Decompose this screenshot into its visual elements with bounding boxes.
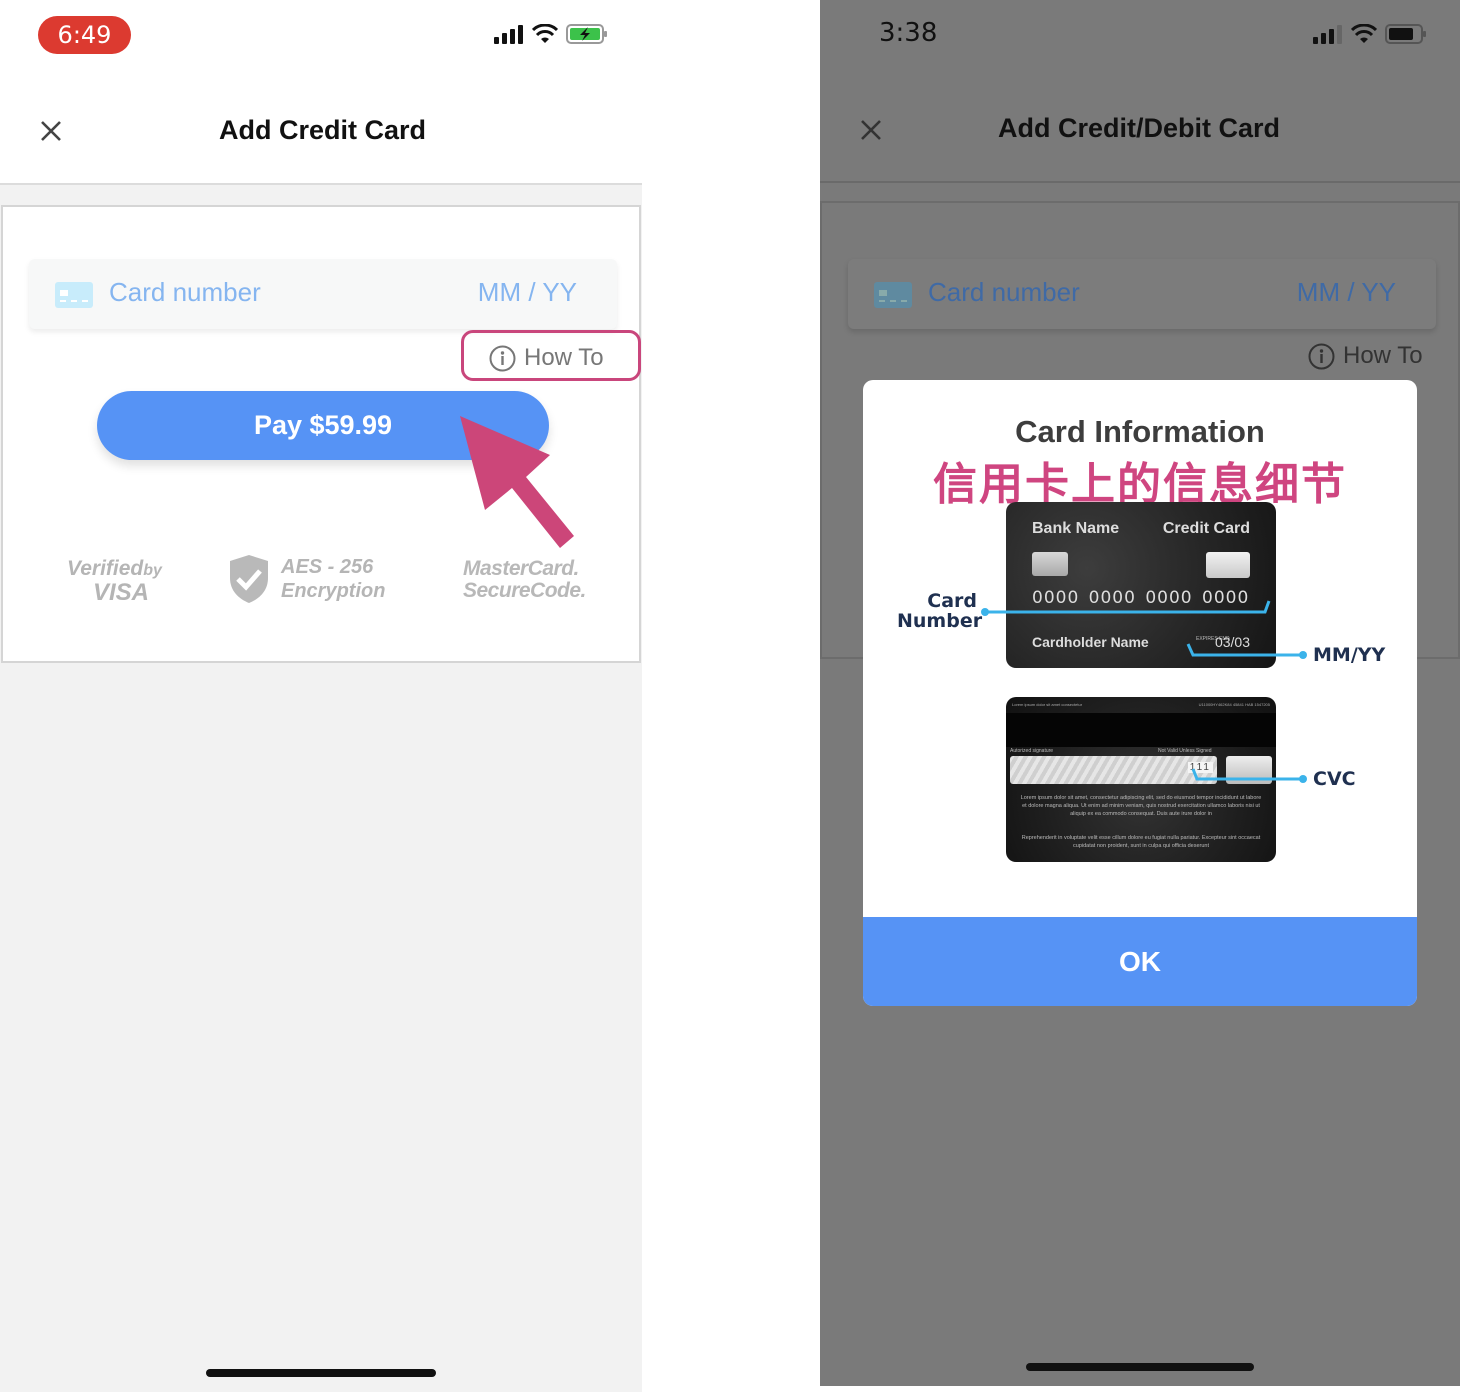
left-phone-screen: 6:49 Add Credit Card Card number MM / YY…: [0, 0, 642, 1392]
expiry-input: MM / YY: [1296, 277, 1396, 307]
cvc-callout: CVC: [1313, 768, 1356, 790]
card-information-dialog: Card Information 信用卡上的信息细节 Bank Name Cre…: [863, 380, 1417, 1006]
home-indicator: [1026, 1363, 1254, 1371]
cellular-signal-icon: [1313, 25, 1342, 44]
card-number-callout: Card Number: [897, 590, 983, 632]
right-phone-screen: 3:38 Add Credit/Debit Card Card number M…: [820, 0, 1460, 1386]
how-to-link: How To: [1308, 342, 1423, 370]
close-icon: [861, 120, 881, 140]
battery-icon: [1385, 24, 1426, 44]
navigation-bar: Add Credit/Debit Card: [820, 80, 1460, 183]
card-input-field: Card number MM / YY: [848, 259, 1436, 329]
close-button[interactable]: [856, 115, 886, 145]
info-icon: [1308, 343, 1335, 369]
credit-card-icon: [874, 282, 912, 308]
page-title: Add Credit/Debit Card: [998, 113, 1281, 143]
how-to-label: How To: [1343, 342, 1423, 369]
ok-button[interactable]: OK: [863, 917, 1417, 1006]
wifi-icon: [1351, 24, 1377, 43]
expiry-callout: MM/YY: [1313, 644, 1386, 666]
annotation-arrow-icon: [460, 416, 574, 548]
status-time: 3:38: [879, 18, 938, 48]
card-number-input: Card number: [928, 277, 1080, 307]
home-indicator: [206, 1369, 436, 1377]
